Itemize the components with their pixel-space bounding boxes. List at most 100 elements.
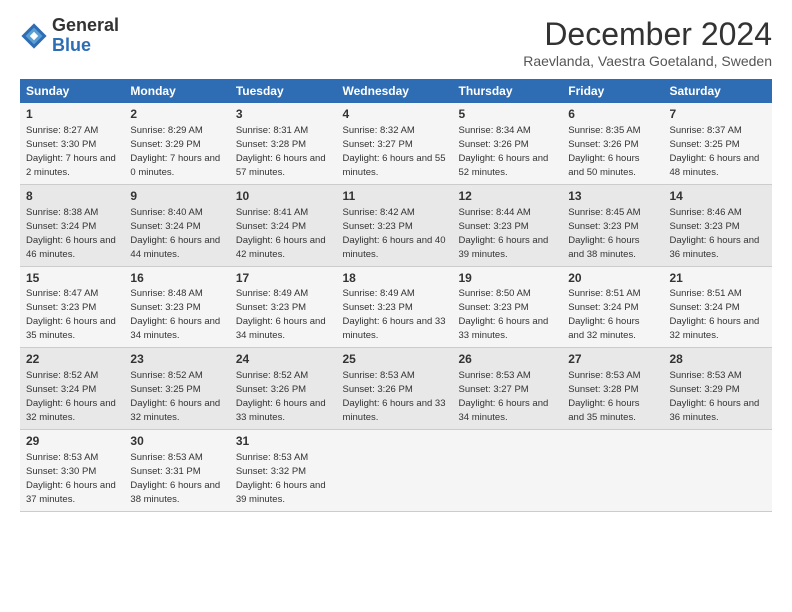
title-area: December 2024 Raevlanda, Vaestra Goetala…	[523, 16, 772, 69]
day-sunset: Sunset: 3:25 PM	[130, 384, 200, 395]
day-sunrise: Sunrise: 8:44 AM	[458, 207, 530, 218]
day-sunset: Sunset: 3:27 PM	[343, 139, 413, 150]
day-number: 3	[236, 106, 331, 123]
calendar-cell: 22 Sunrise: 8:52 AM Sunset: 3:24 PM Dayl…	[20, 348, 124, 430]
calendar-cell: 8 Sunrise: 8:38 AM Sunset: 3:24 PM Dayli…	[20, 184, 124, 266]
day-daylight: Daylight: 6 hours and 39 minutes.	[458, 235, 548, 260]
day-daylight: Daylight: 6 hours and 36 minutes.	[669, 235, 759, 260]
day-daylight: Daylight: 6 hours and 38 minutes.	[130, 480, 220, 505]
day-number: 10	[236, 188, 331, 205]
header: General Blue December 2024 Raevlanda, Va…	[20, 16, 772, 69]
col-sunday: Sunday	[20, 79, 124, 103]
day-sunset: Sunset: 3:24 PM	[669, 302, 739, 313]
day-sunrise: Sunrise: 8:27 AM	[26, 125, 98, 136]
day-daylight: Daylight: 6 hours and 34 minutes.	[236, 316, 326, 341]
logo-blue-text: Blue	[52, 36, 119, 56]
day-sunset: Sunset: 3:25 PM	[669, 139, 739, 150]
day-sunrise: Sunrise: 8:50 AM	[458, 288, 530, 299]
day-sunrise: Sunrise: 8:37 AM	[669, 125, 741, 136]
day-number: 30	[130, 433, 223, 450]
day-sunrise: Sunrise: 8:31 AM	[236, 125, 308, 136]
calendar-cell: 25 Sunrise: 8:53 AM Sunset: 3:26 PM Dayl…	[337, 348, 453, 430]
calendar-cell: 4 Sunrise: 8:32 AM Sunset: 3:27 PM Dayli…	[337, 103, 453, 184]
day-sunset: Sunset: 3:23 PM	[343, 302, 413, 313]
day-sunrise: Sunrise: 8:34 AM	[458, 125, 530, 136]
day-number: 26	[458, 351, 556, 368]
day-number: 19	[458, 270, 556, 287]
calendar-cell: 12 Sunrise: 8:44 AM Sunset: 3:23 PM Dayl…	[452, 184, 562, 266]
calendar-table: Sunday Monday Tuesday Wednesday Thursday…	[20, 79, 772, 512]
day-daylight: Daylight: 6 hours and 55 minutes.	[343, 153, 446, 178]
day-sunrise: Sunrise: 8:52 AM	[236, 370, 308, 381]
col-wednesday: Wednesday	[337, 79, 453, 103]
day-daylight: Daylight: 6 hours and 38 minutes.	[568, 235, 639, 260]
calendar-week-3: 15 Sunrise: 8:47 AM Sunset: 3:23 PM Dayl…	[20, 266, 772, 348]
col-tuesday: Tuesday	[230, 79, 337, 103]
day-sunrise: Sunrise: 8:49 AM	[236, 288, 308, 299]
day-sunrise: Sunrise: 8:45 AM	[568, 207, 640, 218]
subtitle: Raevlanda, Vaestra Goetaland, Sweden	[523, 53, 772, 69]
day-daylight: Daylight: 6 hours and 50 minutes.	[568, 153, 639, 178]
day-number: 16	[130, 270, 223, 287]
calendar-week-2: 8 Sunrise: 8:38 AM Sunset: 3:24 PM Dayli…	[20, 184, 772, 266]
day-daylight: Daylight: 6 hours and 32 minutes.	[130, 398, 220, 423]
day-sunset: Sunset: 3:26 PM	[236, 384, 306, 395]
day-sunset: Sunset: 3:23 PM	[669, 221, 739, 232]
day-daylight: Daylight: 7 hours and 0 minutes.	[130, 153, 220, 178]
calendar-cell: 7 Sunrise: 8:37 AM Sunset: 3:25 PM Dayli…	[663, 103, 772, 184]
day-number: 27	[568, 351, 657, 368]
day-sunset: Sunset: 3:29 PM	[130, 139, 200, 150]
day-sunrise: Sunrise: 8:35 AM	[568, 125, 640, 136]
day-sunset: Sunset: 3:29 PM	[669, 384, 739, 395]
page: General Blue December 2024 Raevlanda, Va…	[0, 0, 792, 612]
day-sunset: Sunset: 3:26 PM	[568, 139, 638, 150]
calendar-week-5: 29 Sunrise: 8:53 AM Sunset: 3:30 PM Dayl…	[20, 430, 772, 512]
day-sunrise: Sunrise: 8:53 AM	[26, 452, 98, 463]
calendar-week-4: 22 Sunrise: 8:52 AM Sunset: 3:24 PM Dayl…	[20, 348, 772, 430]
day-number: 31	[236, 433, 331, 450]
day-number: 25	[343, 351, 447, 368]
day-sunrise: Sunrise: 8:46 AM	[669, 207, 741, 218]
calendar-cell: 2 Sunrise: 8:29 AM Sunset: 3:29 PM Dayli…	[124, 103, 229, 184]
day-number: 23	[130, 351, 223, 368]
day-sunset: Sunset: 3:26 PM	[343, 384, 413, 395]
day-daylight: Daylight: 6 hours and 35 minutes.	[568, 398, 639, 423]
day-sunset: Sunset: 3:23 PM	[343, 221, 413, 232]
calendar-week-1: 1 Sunrise: 8:27 AM Sunset: 3:30 PM Dayli…	[20, 103, 772, 184]
calendar-cell: 21 Sunrise: 8:51 AM Sunset: 3:24 PM Dayl…	[663, 266, 772, 348]
calendar-cell	[452, 430, 562, 512]
day-sunset: Sunset: 3:24 PM	[130, 221, 200, 232]
day-daylight: Daylight: 6 hours and 33 minutes.	[458, 316, 548, 341]
day-sunrise: Sunrise: 8:29 AM	[130, 125, 202, 136]
day-daylight: Daylight: 6 hours and 33 minutes.	[343, 316, 446, 341]
calendar-cell: 1 Sunrise: 8:27 AM Sunset: 3:30 PM Dayli…	[20, 103, 124, 184]
calendar-cell: 17 Sunrise: 8:49 AM Sunset: 3:23 PM Dayl…	[230, 266, 337, 348]
day-daylight: Daylight: 6 hours and 44 minutes.	[130, 235, 220, 260]
day-daylight: Daylight: 6 hours and 48 minutes.	[669, 153, 759, 178]
day-daylight: Daylight: 6 hours and 40 minutes.	[343, 235, 446, 260]
day-number: 12	[458, 188, 556, 205]
day-sunset: Sunset: 3:30 PM	[26, 139, 96, 150]
day-sunset: Sunset: 3:30 PM	[26, 466, 96, 477]
day-sunrise: Sunrise: 8:53 AM	[343, 370, 415, 381]
day-daylight: Daylight: 6 hours and 33 minutes.	[236, 398, 326, 423]
day-daylight: Daylight: 6 hours and 32 minutes.	[26, 398, 116, 423]
calendar-cell	[562, 430, 663, 512]
day-sunset: Sunset: 3:24 PM	[568, 302, 638, 313]
calendar-cell: 10 Sunrise: 8:41 AM Sunset: 3:24 PM Dayl…	[230, 184, 337, 266]
day-sunrise: Sunrise: 8:53 AM	[236, 452, 308, 463]
day-daylight: Daylight: 6 hours and 37 minutes.	[26, 480, 116, 505]
calendar-cell: 29 Sunrise: 8:53 AM Sunset: 3:30 PM Dayl…	[20, 430, 124, 512]
col-saturday: Saturday	[663, 79, 772, 103]
day-number: 2	[130, 106, 223, 123]
calendar-cell: 9 Sunrise: 8:40 AM Sunset: 3:24 PM Dayli…	[124, 184, 229, 266]
calendar-cell: 6 Sunrise: 8:35 AM Sunset: 3:26 PM Dayli…	[562, 103, 663, 184]
day-sunset: Sunset: 3:23 PM	[26, 302, 96, 313]
calendar-cell: 15 Sunrise: 8:47 AM Sunset: 3:23 PM Dayl…	[20, 266, 124, 348]
day-number: 29	[26, 433, 118, 450]
logo-text: General Blue	[52, 16, 119, 56]
day-number: 17	[236, 270, 331, 287]
day-number: 1	[26, 106, 118, 123]
day-sunset: Sunset: 3:24 PM	[26, 384, 96, 395]
logo-general-text: General	[52, 16, 119, 36]
